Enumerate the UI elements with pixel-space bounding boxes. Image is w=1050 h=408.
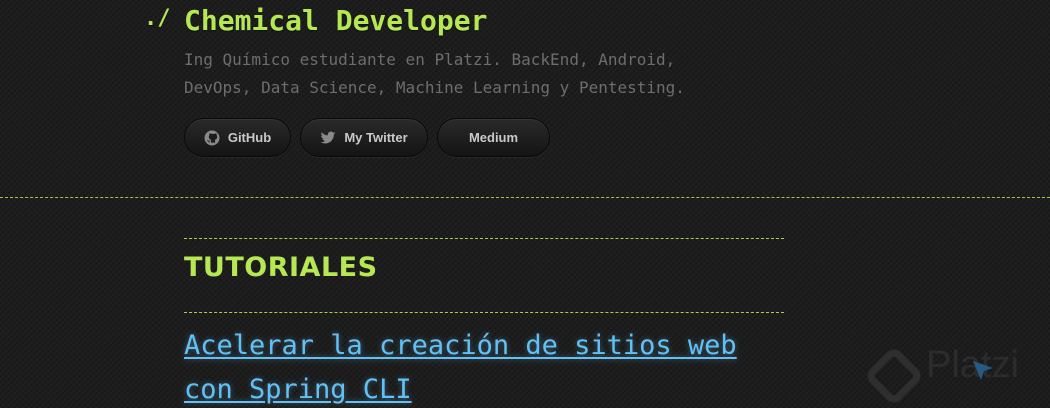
twitter-button[interactable]: My Twitter [300, 118, 428, 157]
section-title: TUTORIALES [184, 252, 378, 283]
platzi-watermark: Platzi [862, 344, 1050, 408]
cursor-arrow-icon [973, 361, 993, 380]
section-divider-bottom [184, 312, 784, 313]
platzi-logo-icon [867, 349, 921, 403]
section-divider-top [184, 238, 784, 239]
site-header: ./ Chemical Developer Ing Químico estudi… [0, 0, 1050, 198]
site-tagline: Ing Químico estudiante en Platzi. BackEn… [184, 50, 685, 97]
medium-button[interactable]: Medium [437, 118, 550, 157]
site-title[interactable]: Chemical Developer [184, 4, 487, 37]
header-divider [0, 197, 1050, 198]
github-icon [204, 130, 220, 146]
github-label: GitHub [227, 130, 272, 145]
twitter-label: My Twitter [344, 130, 408, 145]
prompt-symbol: ./ [144, 6, 171, 31]
social-links: GitHub My Twitter Medium [184, 118, 550, 157]
twitter-icon [320, 130, 336, 146]
github-button[interactable]: GitHub [184, 118, 291, 157]
medium-label: Medium [468, 130, 519, 145]
post-link[interactable]: Acelerar la creación de sitios web con S… [184, 324, 794, 408]
